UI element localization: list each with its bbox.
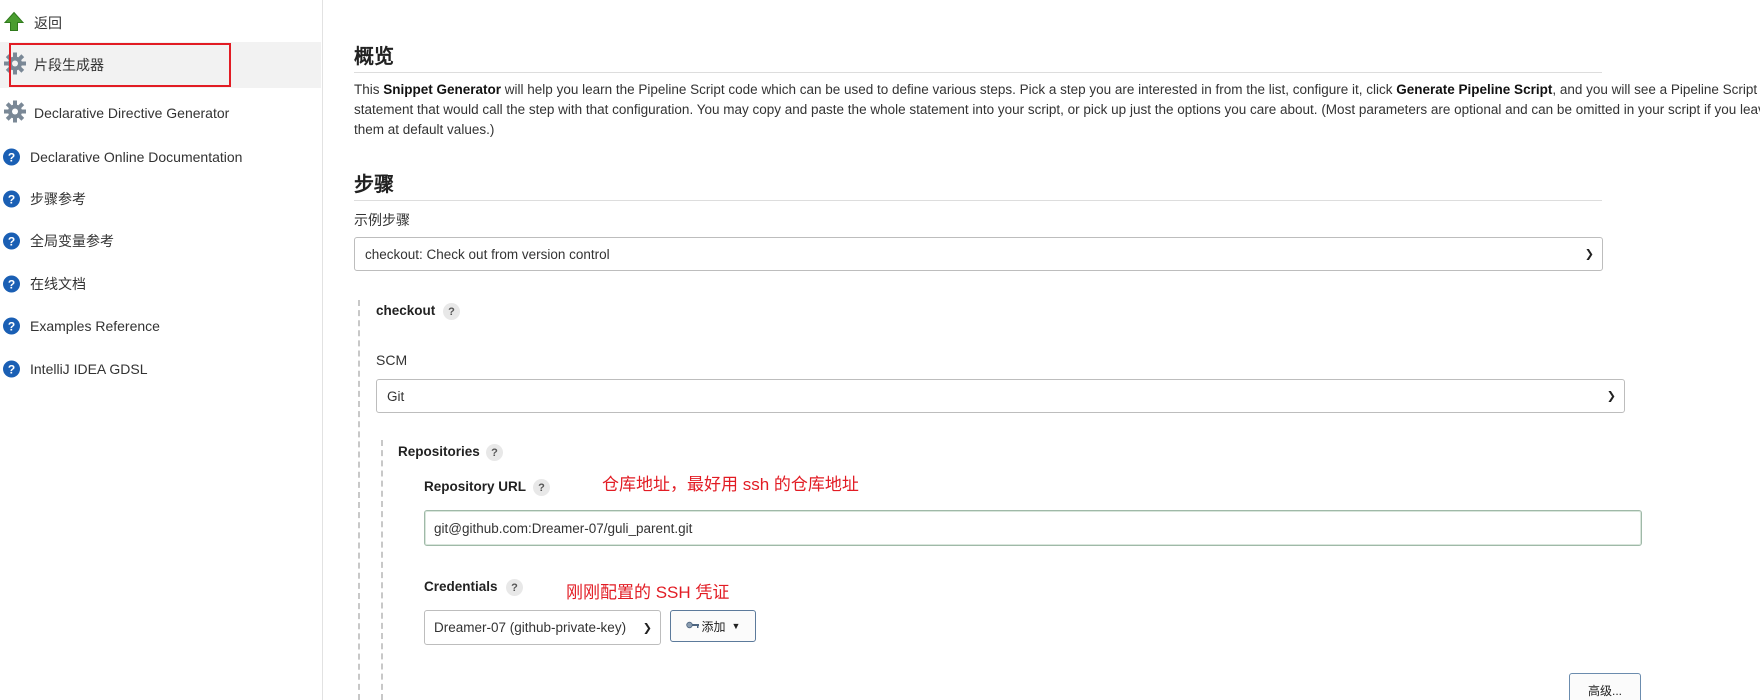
- sample-step-value: checkout: Check out from version control: [365, 246, 610, 262]
- add-credentials-button[interactable]: 添加 ▼: [670, 610, 756, 642]
- gear-icon: [3, 100, 27, 127]
- advanced-button[interactable]: 高级...: [1569, 673, 1641, 700]
- help-icon: ?: [3, 190, 20, 208]
- repositories-help-icon[interactable]: ?: [486, 444, 503, 461]
- credentials-value: Dreamer-07 (github-private-key): [434, 620, 627, 635]
- repositories-block-border: [381, 440, 383, 700]
- repository-url-input[interactable]: git@github.com:Dreamer-07/guli_parent.gi…: [424, 510, 1642, 546]
- overview-bold-text: Generate Pipeline Script: [1396, 82, 1553, 97]
- help-icon: ?: [3, 232, 20, 250]
- overview-description: This Snippet Generator will help you lea…: [354, 80, 1760, 140]
- sidebar-item-declarative-directive-generator[interactable]: Declarative Directive Generator: [0, 93, 321, 133]
- overview-text: This: [354, 82, 384, 97]
- credentials-annotation: 刚刚配置的 SSH 凭证: [566, 583, 730, 602]
- scm-select[interactable]: Git ❯: [376, 379, 1625, 413]
- credentials-label: Credentials: [424, 579, 498, 594]
- overview-title: 概览: [354, 40, 1602, 73]
- checkout-title: checkout: [376, 303, 436, 318]
- checkout-help-icon[interactable]: ?: [443, 303, 460, 320]
- sidebar-item-label: IntelliJ IDEA GDSL: [30, 361, 148, 377]
- scm-label: SCM: [376, 352, 408, 368]
- help-icon: ?: [3, 148, 20, 166]
- sample-step-label: 示例步骤: [354, 212, 410, 228]
- sidebar-item-intellij-idea-gdsl[interactable]: ? IntelliJ IDEA GDSL: [0, 349, 321, 389]
- repository-url-value: git@github.com:Dreamer-07/guli_parent.gi…: [434, 520, 693, 536]
- sidebar-item-global-variable-reference[interactable]: ? 全局变量参考: [0, 221, 321, 261]
- sidebar-item-label: 返回: [34, 15, 62, 31]
- sidebar-item-examples-reference[interactable]: ? Examples Reference: [0, 306, 321, 346]
- sidebar-item-back[interactable]: 返回: [0, 3, 321, 43]
- help-icon: ?: [3, 360, 20, 378]
- sidebar-item-label: 全局变量参考: [30, 233, 114, 249]
- repositories-title: Repositories: [398, 444, 480, 459]
- chevron-down-icon: ❯: [1584, 248, 1594, 261]
- checkout-block-border: [358, 300, 360, 700]
- sidebar: 返回 片段生成器 Declarative Directive Generator…: [0, 0, 323, 700]
- repository-url-label: Repository URL: [424, 479, 527, 494]
- chevron-down-icon: ❯: [642, 622, 652, 634]
- sidebar-item-label: Examples Reference: [30, 318, 160, 334]
- key-icon: [685, 619, 700, 633]
- caret-down-icon: ▼: [731, 621, 741, 631]
- help-icon: ?: [3, 317, 20, 335]
- sample-step-select[interactable]: checkout: Check out from version control…: [354, 237, 1603, 271]
- sidebar-item-label: Declarative Online Documentation: [30, 149, 243, 165]
- main-content: 概览 This Snippet Generator will help you …: [322, 0, 1760, 700]
- sidebar-item-label: Declarative Directive Generator: [34, 105, 230, 121]
- sidebar-item-step-reference[interactable]: ? 步骤参考: [0, 179, 321, 219]
- sidebar-item-online-documentation[interactable]: ? 在线文档: [0, 264, 321, 304]
- green-up-arrow-icon: [3, 11, 25, 35]
- sidebar-item-snippet-generator[interactable]: 片段生成器: [0, 42, 321, 88]
- sidebar-item-label: 在线文档: [30, 276, 86, 292]
- repository-url-annotation: 仓库地址，最好用 ssh 的仓库地址: [602, 475, 859, 494]
- sidebar-item-declarative-online-documentation[interactable]: ? Declarative Online Documentation: [0, 137, 321, 177]
- credentials-select[interactable]: Dreamer-07 (github-private-key) ❯: [424, 610, 661, 645]
- overview-bold-text: Snippet Generator: [383, 82, 502, 97]
- gear-icon: [3, 52, 27, 79]
- credentials-help-icon[interactable]: ?: [506, 579, 523, 596]
- advanced-button-label: 高级...: [1587, 683, 1622, 698]
- help-icon: ?: [3, 275, 20, 293]
- steps-title: 步骤: [354, 168, 1602, 201]
- sidebar-item-label: 步骤参考: [30, 191, 86, 207]
- chevron-down-icon: ❯: [1606, 390, 1616, 403]
- repository-url-help-icon[interactable]: ?: [533, 479, 550, 496]
- overview-text: will help you learn the Pipeline Script …: [501, 82, 1397, 97]
- snippet-generator-page: 返回 片段生成器 Declarative Directive Generator…: [0, 0, 1760, 700]
- sidebar-item-label: 片段生成器: [34, 57, 104, 73]
- scm-value: Git: [387, 388, 405, 404]
- add-button-label: 添加: [701, 619, 726, 634]
